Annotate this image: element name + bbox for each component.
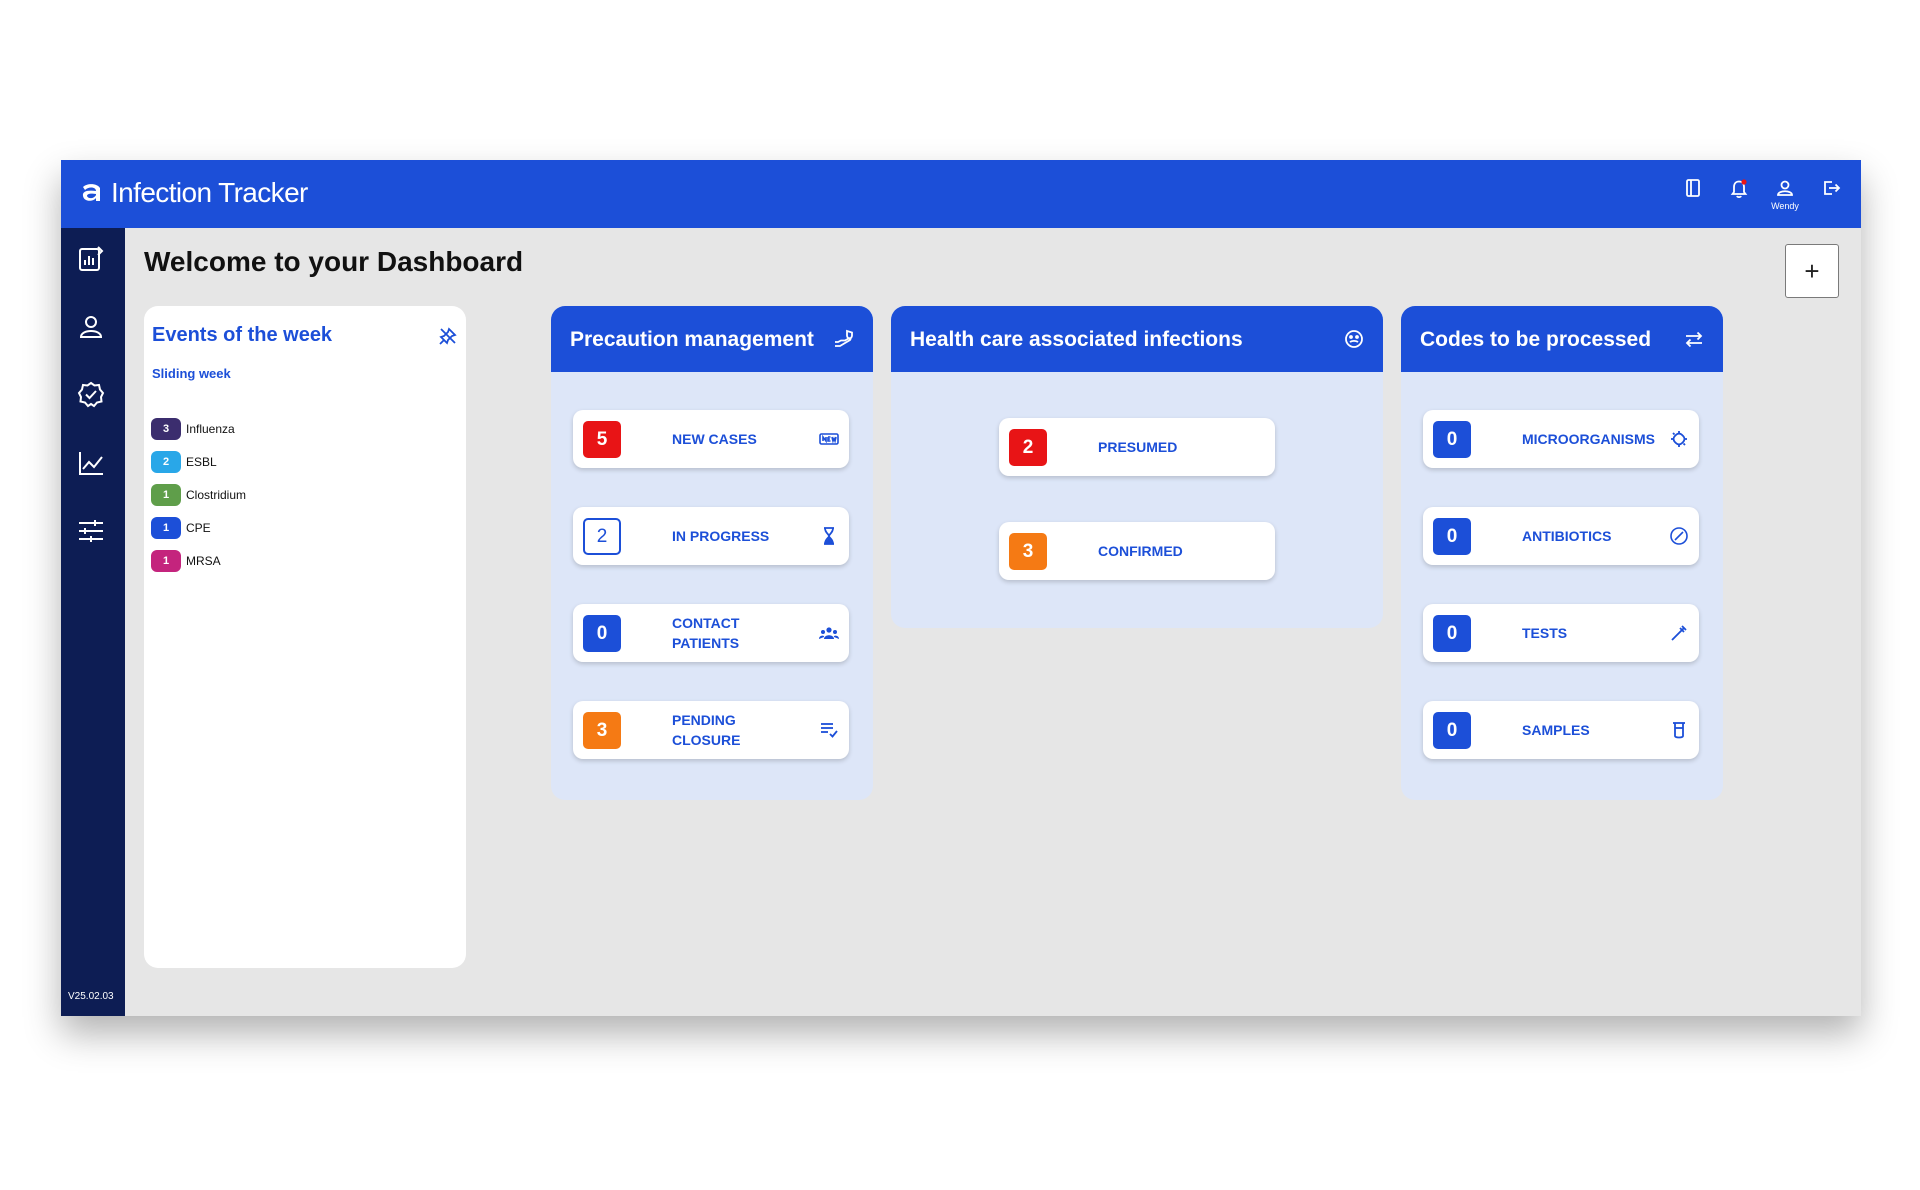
tile-label: TESTS <box>1522 625 1568 641</box>
top-bar: Infection Tracker Wendy <box>61 160 1861 228</box>
tile-antibiotics[interactable]: 0 ANTIBIOTICS <box>1423 507 1699 565</box>
user-name: Wendy <box>1771 201 1799 211</box>
event-count-badge: 1 <box>151 516 181 539</box>
event-label: MRSA <box>186 553 221 568</box>
tile-label: NEW CASES <box>672 431 757 447</box>
tile-count: 0 <box>1433 712 1471 749</box>
event-label: ESBL <box>186 454 217 469</box>
sidebar-item-patients[interactable] <box>76 312 110 346</box>
tile-count: 2 <box>583 518 621 555</box>
tile-label: IN PROGRESS <box>672 528 770 544</box>
widget-title: Health care associated infections <box>910 328 1243 351</box>
widget-header: Codes to be processed <box>1401 306 1723 372</box>
sidebar-item-reports[interactable] <box>76 244 110 278</box>
tile-count: 3 <box>583 712 621 749</box>
event-item-influenza[interactable]: 3 Influenza <box>151 412 246 445</box>
tile-label: MICROORGANISMS <box>1522 431 1655 447</box>
app-version: V25.02.03 <box>68 991 114 1002</box>
tile-count: 0 <box>1433 518 1471 555</box>
dashboard-main: Welcome to your Dashboard + Events of th… <box>125 228 1861 1016</box>
event-count-badge: 1 <box>151 483 181 506</box>
tile-count: 2 <box>1009 429 1047 466</box>
logout-icon[interactable] <box>1819 174 1843 214</box>
tube-icon <box>1673 722 1685 739</box>
tile-pending-closure[interactable]: 3 PENDING CLOSURE <box>573 701 849 759</box>
tile-new-cases[interactable]: 5 NEW CASES <box>573 410 849 468</box>
event-item-mrsa[interactable]: 1 MRSA <box>151 544 246 577</box>
events-card: Events of the week Sliding week 3 Influe… <box>144 306 466 968</box>
book-icon[interactable] <box>1681 174 1705 214</box>
hand-shield-icon <box>835 329 853 347</box>
sliders-icon <box>79 520 103 542</box>
hourglass-icon <box>824 527 834 545</box>
sidebar: V25.02.03 <box>61 228 125 1016</box>
event-list: 3 Influenza 2 ESBL 1 Clostridium 1 CPE 1 <box>151 412 246 577</box>
tile-contact-patients[interactable]: 0 CONTACT PATIENTS <box>573 604 849 662</box>
unpin-icon[interactable] <box>438 326 458 346</box>
swap-arrows-icon <box>1685 331 1703 348</box>
event-label: Clostridium <box>186 487 247 502</box>
user-menu[interactable]: Wendy <box>1771 174 1799 214</box>
sidebar-item-settings[interactable] <box>76 516 110 550</box>
badge-check-icon <box>77 381 105 408</box>
event-count-badge: 3 <box>151 417 181 440</box>
widget-title: Precaution management <box>570 328 814 351</box>
tile-microorganisms[interactable]: 0 MICROORGANISMS <box>1423 410 1699 468</box>
event-label: Influenza <box>186 421 235 436</box>
precaution-widget: Precaution management 5 NEW CASES 2 IN P… <box>551 306 873 800</box>
brand-name: Infection Tracker <box>111 177 308 208</box>
tile-in-progress[interactable]: 2 IN PROGRESS <box>573 507 849 565</box>
event-item-clostridium[interactable]: 1 Clostridium <box>151 478 246 511</box>
hai-widget: Health care associated infections 2 PRES… <box>891 306 1383 628</box>
tile-presumed[interactable]: 2 PRESUMED <box>999 418 1275 476</box>
event-label: CPE <box>186 520 211 535</box>
events-title: Events of the week <box>152 324 333 346</box>
event-item-cpe[interactable]: 1 CPE <box>151 511 246 544</box>
tile-samples[interactable]: 0 SAMPLES <box>1423 701 1699 759</box>
tile-count: 0 <box>583 615 621 652</box>
tile-label: PRESUMED <box>1098 439 1178 455</box>
person-icon <box>79 316 103 338</box>
line-chart-icon <box>79 452 103 475</box>
app-window: Infection Tracker Wendy V25.02.03 Welcom… <box>61 160 1861 1016</box>
tile-count: 0 <box>1433 421 1471 458</box>
codes-widget: Codes to be processed 0 MICROORGANISMS 0… <box>1401 306 1723 800</box>
tile-label: CONTACT PATIENTS <box>672 615 740 651</box>
pipette-icon <box>1671 625 1687 641</box>
list-check-icon <box>821 723 838 738</box>
tile-tests[interactable]: 0 TESTS <box>1423 604 1699 662</box>
event-count-badge: 1 <box>151 549 181 572</box>
event-count-badge: 2 <box>151 450 181 473</box>
tile-count: 3 <box>1009 533 1047 570</box>
sidebar-item-statistics[interactable] <box>76 448 110 482</box>
add-widget-button[interactable]: + <box>1785 244 1839 298</box>
tile-label: ANTIBIOTICS <box>1522 528 1612 544</box>
new-icon <box>819 433 839 445</box>
tile-count: 5 <box>583 421 621 458</box>
event-item-esbl[interactable]: 2 ESBL <box>151 445 246 478</box>
pill-icon <box>1670 527 1688 545</box>
tile-count: 0 <box>1433 615 1471 652</box>
sidebar-item-validation[interactable] <box>76 380 110 414</box>
tile-label: CONFIRMED <box>1098 543 1183 559</box>
group-icon <box>819 627 839 639</box>
virus-face-icon <box>1345 330 1363 348</box>
tile-label: PENDING CLOSURE <box>672 712 741 748</box>
brand-logo-icon <box>82 184 100 201</box>
report-chart-icon <box>79 246 104 271</box>
bell-icon[interactable] <box>1727 174 1751 214</box>
widget-header: Precaution management <box>551 306 873 372</box>
brand[interactable]: Infection Tracker <box>79 178 308 208</box>
page-title: Welcome to your Dashboard <box>144 246 524 277</box>
tile-confirmed[interactable]: 3 CONFIRMED <box>999 522 1275 580</box>
events-subtitle: Sliding week <box>152 366 231 381</box>
tile-label: SAMPLES <box>1522 722 1590 738</box>
widget-header: Health care associated infections <box>891 306 1383 372</box>
microbe-icon <box>1671 431 1687 447</box>
widget-title: Codes to be processed <box>1420 328 1652 351</box>
user-icon <box>1777 180 1793 196</box>
